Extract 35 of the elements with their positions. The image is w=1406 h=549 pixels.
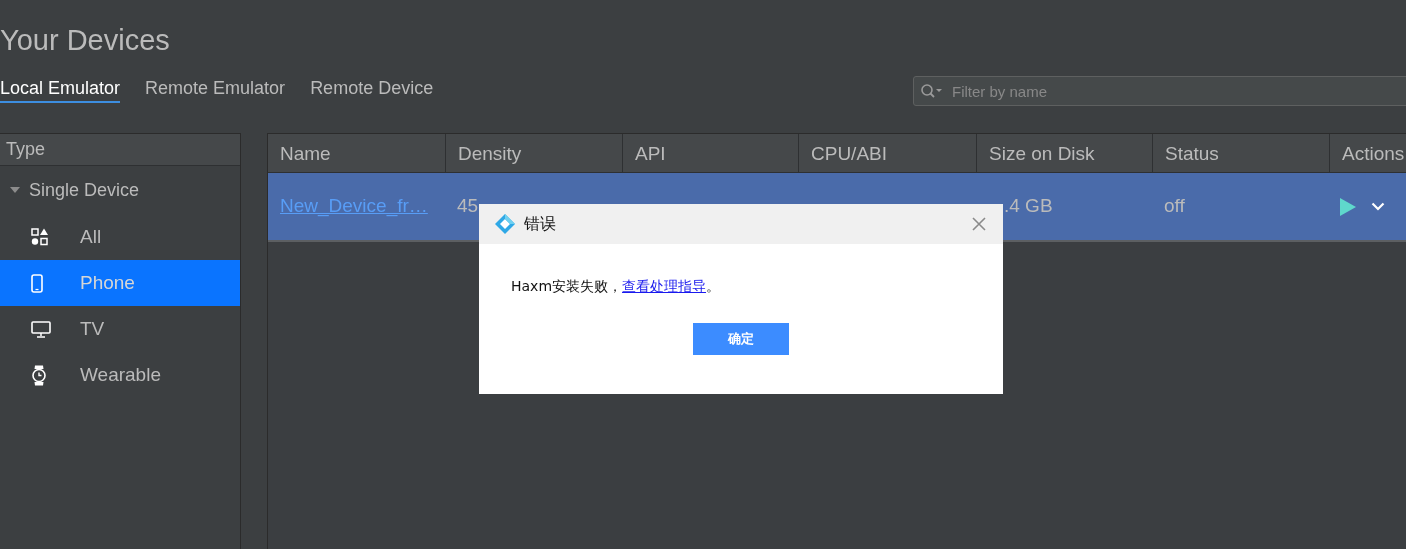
tab[interactable]: Remote Device [310,75,434,103]
play-icon[interactable] [1339,196,1357,217]
guide-link[interactable]: 查看处理指导 [622,278,707,294]
tab[interactable]: Remote Emulator [145,75,286,103]
confirm-button[interactable]: 确定 [693,323,789,355]
column-header[interactable]: Size on Disk [976,134,1152,172]
column-header[interactable]: Actions [1329,134,1406,172]
column-header[interactable]: Density [445,134,622,172]
table-cell: off [1164,195,1185,217]
table-cell: 45 [457,195,479,217]
search-field[interactable]: Filter by name [913,76,1406,106]
app-logo-icon [495,214,515,234]
table-cell: .4 GB [1004,195,1053,217]
chevron-down-icon[interactable] [1371,202,1385,211]
monitor-icon [31,320,51,338]
column-header[interactable]: Status [1152,134,1329,172]
sidebar-item[interactable]: All [0,214,240,260]
sidebar-item[interactable]: Phone [0,260,240,306]
tree-item[interactable]: Single Device [0,166,240,214]
tab[interactable]: Local Emulator [0,75,121,103]
tree-label: Single Device [29,178,140,202]
column-header[interactable]: Name [268,134,445,172]
sidebar-item[interactable]: TV [0,306,240,352]
column-header: Type [0,134,240,166]
column-header[interactable]: CPU/ABI [798,134,976,172]
phone-icon [31,273,43,293]
watch-icon [31,364,47,386]
search-icon [920,83,944,99]
shapes-icon [31,228,49,246]
page-title: Your Devices [0,23,171,58]
close-button[interactable] [971,216,987,232]
column-header[interactable]: API [622,134,798,172]
sidebar-item[interactable]: Wearable [0,352,240,398]
dialog-title: 错误 [524,213,557,235]
error-message: Haxm安装失败，查看处理指导。 [511,277,721,296]
